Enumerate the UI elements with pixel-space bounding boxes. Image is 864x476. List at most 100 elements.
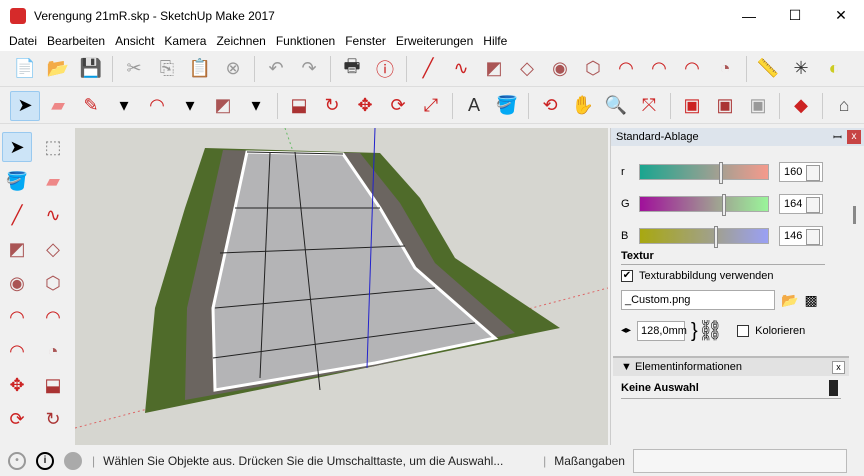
arc-button[interactable]: ◠ [611,54,641,84]
arc-3pt-button[interactable]: ◠ [2,336,32,366]
rotated-rectangle-button[interactable]: ◇ [38,234,68,264]
arc-2pt-button[interactable]: ◠ [38,302,68,332]
menu-fenster[interactable]: Fenster [340,34,391,48]
select-button[interactable]: ➤ [2,132,32,162]
copy-button[interactable]: ⎘ [152,54,182,84]
tray-close-button[interactable]: x [847,130,861,144]
zoom-button[interactable]: 🔍 [601,91,631,121]
ruby-button[interactable]: ◆ [786,91,816,121]
save-button[interactable]: 💾 [76,54,106,84]
menu-hilfe[interactable]: Hilfe [478,34,512,48]
dropdown-button[interactable]: ▾ [241,91,271,121]
pan-button[interactable]: ✋ [568,91,598,121]
texture-edit-icon[interactable]: ▩ [804,292,817,309]
polygon-button[interactable]: ⬡ [38,268,68,298]
3d-warehouse-button[interactable]: ▣ [677,91,707,121]
redo-button[interactable]: ↷ [294,54,324,84]
extension-warehouse-button[interactable]: ▣ [710,91,740,121]
channel-slider[interactable] [639,226,769,248]
maximize-button[interactable]: ☐ [772,0,818,31]
undo-button[interactable]: ↶ [261,54,291,84]
menu-erweiterungen[interactable]: Erweiterungen [391,34,478,48]
eraser-button[interactable]: ▰ [38,166,68,196]
paint-bucket-button[interactable]: 🪣 [492,91,522,121]
link-aspect-icon[interactable]: }⛓ [691,318,723,343]
line-button[interactable]: ╱ [413,54,443,84]
credits-info-icon[interactable]: i [36,451,54,470]
pin-icon[interactable]: ꟷ [833,130,842,145]
minimize-button[interactable]: — [726,0,772,31]
browse-folder-icon[interactable]: 📂 [781,292,798,309]
arc-button[interactable]: ◠ [2,302,32,332]
share-model-button[interactable]: ▣ [743,91,773,121]
select-button[interactable]: ➤ [10,90,40,121]
follow-me-button[interactable]: ↻ [38,404,68,434]
scale-button[interactable]: ⤢ [416,91,446,121]
tape-measure-button[interactable]: 📏 [753,54,783,84]
menu-kamera[interactable]: Kamera [159,34,211,48]
arc-2pt-button[interactable]: ◠ [644,54,674,84]
close-button[interactable]: ✕ [818,0,864,31]
tray-scrollbar[interactable] [853,206,856,224]
model-info-button[interactable]: ⓘ [370,54,400,84]
polygon-button[interactable]: ⬡ [578,54,608,84]
pie-button[interactable]: ◔ [710,54,740,84]
arc-3pt-button[interactable]: ◠ [677,54,707,84]
move-button[interactable]: ✥ [2,370,32,400]
channel-slider[interactable] [639,162,769,184]
freehand-button[interactable]: ∿ [38,200,68,230]
rotated-rectangle-button[interactable]: ◇ [512,54,542,84]
home-button[interactable]: ⌂ [829,91,859,121]
slider-thumb[interactable] [721,194,726,216]
text-button[interactable]: A [459,91,489,121]
push-pull-button[interactable]: ⬓ [38,370,68,400]
menu-bearbeiten[interactable]: Bearbeiten [42,34,110,48]
eraser-button[interactable]: ▰ [43,91,73,121]
menu-datei[interactable]: Datei [4,34,42,48]
dimension-button[interactable]: ◐ [819,54,849,84]
open-folder-button[interactable]: 📂 [43,54,73,84]
texture-file-input[interactable]: _Custom.png [621,290,775,310]
menu-funktionen[interactable]: Funktionen [271,34,340,48]
dropdown-button[interactable]: ▾ [175,91,205,121]
rectangle-button[interactable]: ◩ [2,234,32,264]
follow-me-button[interactable]: ↻ [317,91,347,121]
menu-zeichnen[interactable]: Zeichnen [211,34,270,48]
rectangle-button[interactable]: ◩ [208,91,238,121]
menu-ansicht[interactable]: Ansicht [110,34,159,48]
slider-thumb[interactable] [714,226,719,248]
dropdown-button[interactable]: ▾ [109,91,139,121]
make-component-button[interactable]: ⬚ [38,132,68,162]
entity-info-header[interactable]: ▼ Elementinformationen x [613,356,849,376]
rotate-button[interactable]: ⟳ [2,404,32,434]
erase-button[interactable]: ⊗ [218,54,248,84]
new-file-button[interactable]: 📄 [10,54,40,84]
circle-button[interactable]: ◉ [2,268,32,298]
slider-thumb[interactable] [719,162,724,184]
geo-location-icon[interactable]: • [8,451,26,470]
line-button[interactable]: ╱ [2,200,32,230]
paint-bucket-button[interactable]: 🪣 [2,166,32,196]
use-texture-checkbox[interactable]: ✔ Texturabbildung verwenden [621,270,774,282]
arc-button[interactable]: ◠ [142,91,172,121]
colorize-checkbox[interactable] [737,324,750,337]
entity-info-close-icon[interactable]: x [832,361,845,374]
channel-slider[interactable] [639,194,769,216]
axes-button[interactable]: ✳ [786,54,816,84]
3d-viewport[interactable] [75,128,608,445]
orbit-button[interactable]: ⟲ [535,91,565,121]
cut-button[interactable]: ✂ [119,54,149,84]
freehand-button[interactable]: ∿ [446,54,476,84]
details-toggle-icon[interactable] [829,380,838,396]
rotate-button[interactable]: ⟳ [383,91,413,121]
rectangle-button[interactable]: ◩ [479,54,509,84]
texture-width-input[interactable]: 128,0mm [637,320,687,341]
measurements-input[interactable] [632,448,847,473]
print-button[interactable]: 🖶 [337,54,367,84]
paste-button[interactable]: 📋 [185,54,215,84]
pie-button[interactable]: ◔ [38,336,68,366]
move-button[interactable]: ✥ [350,91,380,121]
channel-value-input[interactable]: 146 [779,226,823,246]
push-pull-button[interactable]: ⬓ [284,91,314,121]
circle-button[interactable]: ◉ [545,54,575,84]
